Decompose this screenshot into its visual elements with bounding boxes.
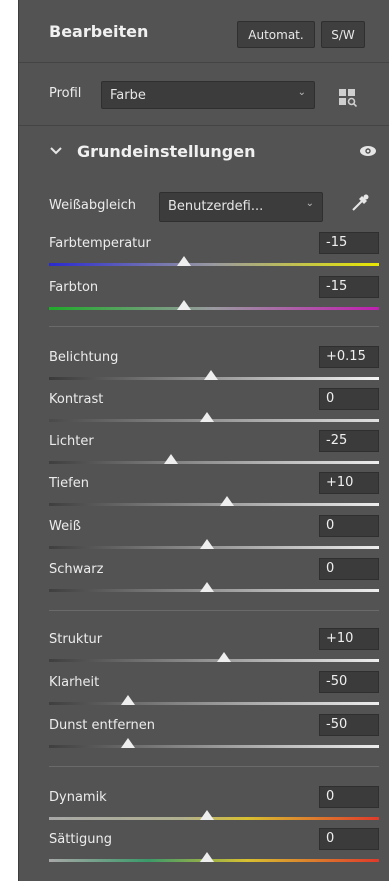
slider-dunst-entfernen[interactable]: Dunst entfernen -50 <box>49 714 379 762</box>
slider-label: Schwarz <box>49 562 104 577</box>
profile-dropdown[interactable]: Farbe ⌄ <box>101 81 315 109</box>
slider-label: Belichtung <box>49 350 119 365</box>
slider-thumb[interactable] <box>200 852 215 862</box>
auto-button[interactable]: Automat. <box>237 21 315 48</box>
panel-title: Bearbeiten <box>49 22 149 41</box>
slider-thumb[interactable] <box>203 370 218 380</box>
white-balance-row: Weißabgleich Benutzerdefi... ⌄ <box>19 180 389 240</box>
slider-track[interactable] <box>49 263 379 266</box>
divider <box>49 610 379 611</box>
chevron-down-icon: ⌄ <box>305 198 314 209</box>
slider-struktur[interactable]: Struktur +10 <box>49 628 379 676</box>
slider-track[interactable] <box>49 503 379 506</box>
slider-farbton[interactable]: Farbton -15 <box>49 276 379 324</box>
slider-thumb[interactable] <box>200 582 215 592</box>
value-field[interactable]: 0 <box>319 828 379 850</box>
slider-thumb[interactable] <box>220 496 235 506</box>
value-field[interactable]: -15 <box>319 232 379 254</box>
slider-label: Struktur <box>49 632 103 647</box>
slider-schwarz[interactable]: Schwarz 0 <box>49 558 379 606</box>
divider <box>49 766 379 767</box>
value-field[interactable]: -25 <box>319 430 379 452</box>
slider-track[interactable] <box>49 307 379 310</box>
slider-thumb[interactable] <box>121 695 136 705</box>
slider-thumb[interactable] <box>200 412 215 422</box>
profile-row: Profil Farbe ⌄ <box>19 63 389 126</box>
edit-panel: Bearbeiten Automat. S/W Profil Farbe ⌄ G… <box>18 0 389 881</box>
chevron-down-icon: ⌄ <box>297 87 306 98</box>
slider-label: Kontrast <box>49 392 104 407</box>
value-field[interactable]: +10 <box>319 472 379 494</box>
divider <box>49 326 379 327</box>
value-field[interactable]: -50 <box>319 671 379 693</box>
slider-track[interactable] <box>49 702 379 705</box>
slider-klarheit[interactable]: Klarheit -50 <box>49 671 379 719</box>
value-field[interactable]: +10 <box>319 628 379 650</box>
value-field[interactable]: 0 <box>319 388 379 410</box>
slider-thumb[interactable] <box>200 810 215 820</box>
value-field[interactable]: 0 <box>319 515 379 537</box>
slider-label: Tiefen <box>49 476 89 491</box>
slider-track[interactable] <box>49 461 379 464</box>
slider-label: Sättigung <box>49 832 113 847</box>
slider-label: Klarheit <box>49 675 100 690</box>
slider-saettigung[interactable]: Sättigung 0 <box>49 828 379 876</box>
slider-thumb[interactable] <box>200 539 215 549</box>
white-balance-label: Weißabgleich <box>49 198 136 213</box>
slider-label: Dunst entfernen <box>49 718 155 733</box>
value-field[interactable]: -50 <box>319 714 379 736</box>
section-title: Grundeinstellungen <box>77 142 256 161</box>
white-balance-value: Benutzerdefi... <box>168 199 264 214</box>
slider-weiss[interactable]: Weiß 0 <box>49 515 379 563</box>
slider-track[interactable] <box>49 745 379 748</box>
profile-browser-icon[interactable] <box>339 89 357 107</box>
eye-icon[interactable] <box>359 145 377 157</box>
value-field[interactable]: +0.15 <box>319 346 379 368</box>
slider-label: Lichter <box>49 434 94 449</box>
profile-value: Farbe <box>110 88 146 103</box>
slider-label: Farbtemperatur <box>49 236 151 251</box>
slider-label: Farbton <box>49 280 99 295</box>
profile-label: Profil <box>49 86 82 101</box>
slider-farbtemperatur[interactable]: Farbtemperatur -15 <box>49 232 379 280</box>
section-header-basic[interactable]: Grundeinstellungen <box>19 126 389 180</box>
slider-thumb[interactable] <box>121 738 136 748</box>
slider-track[interactable] <box>49 659 379 662</box>
value-field[interactable]: 0 <box>319 786 379 808</box>
slider-thumb[interactable] <box>177 256 192 266</box>
value-field[interactable]: -15 <box>319 276 379 298</box>
slider-label: Dynamik <box>49 790 107 805</box>
slider-label: Weiß <box>49 519 81 534</box>
bw-button[interactable]: S/W <box>321 21 365 48</box>
panel-header: Bearbeiten Automat. S/W <box>19 0 389 63</box>
slider-thumb[interactable] <box>177 300 192 310</box>
eyedropper-icon[interactable] <box>349 192 371 214</box>
value-field[interactable]: 0 <box>319 558 379 580</box>
white-balance-dropdown[interactable]: Benutzerdefi... ⌄ <box>159 192 323 222</box>
slider-thumb[interactable] <box>216 652 231 662</box>
slider-thumb[interactable] <box>164 454 179 464</box>
chevron-down-icon[interactable] <box>49 144 63 158</box>
slider-tiefen[interactable]: Tiefen +10 <box>49 472 379 520</box>
